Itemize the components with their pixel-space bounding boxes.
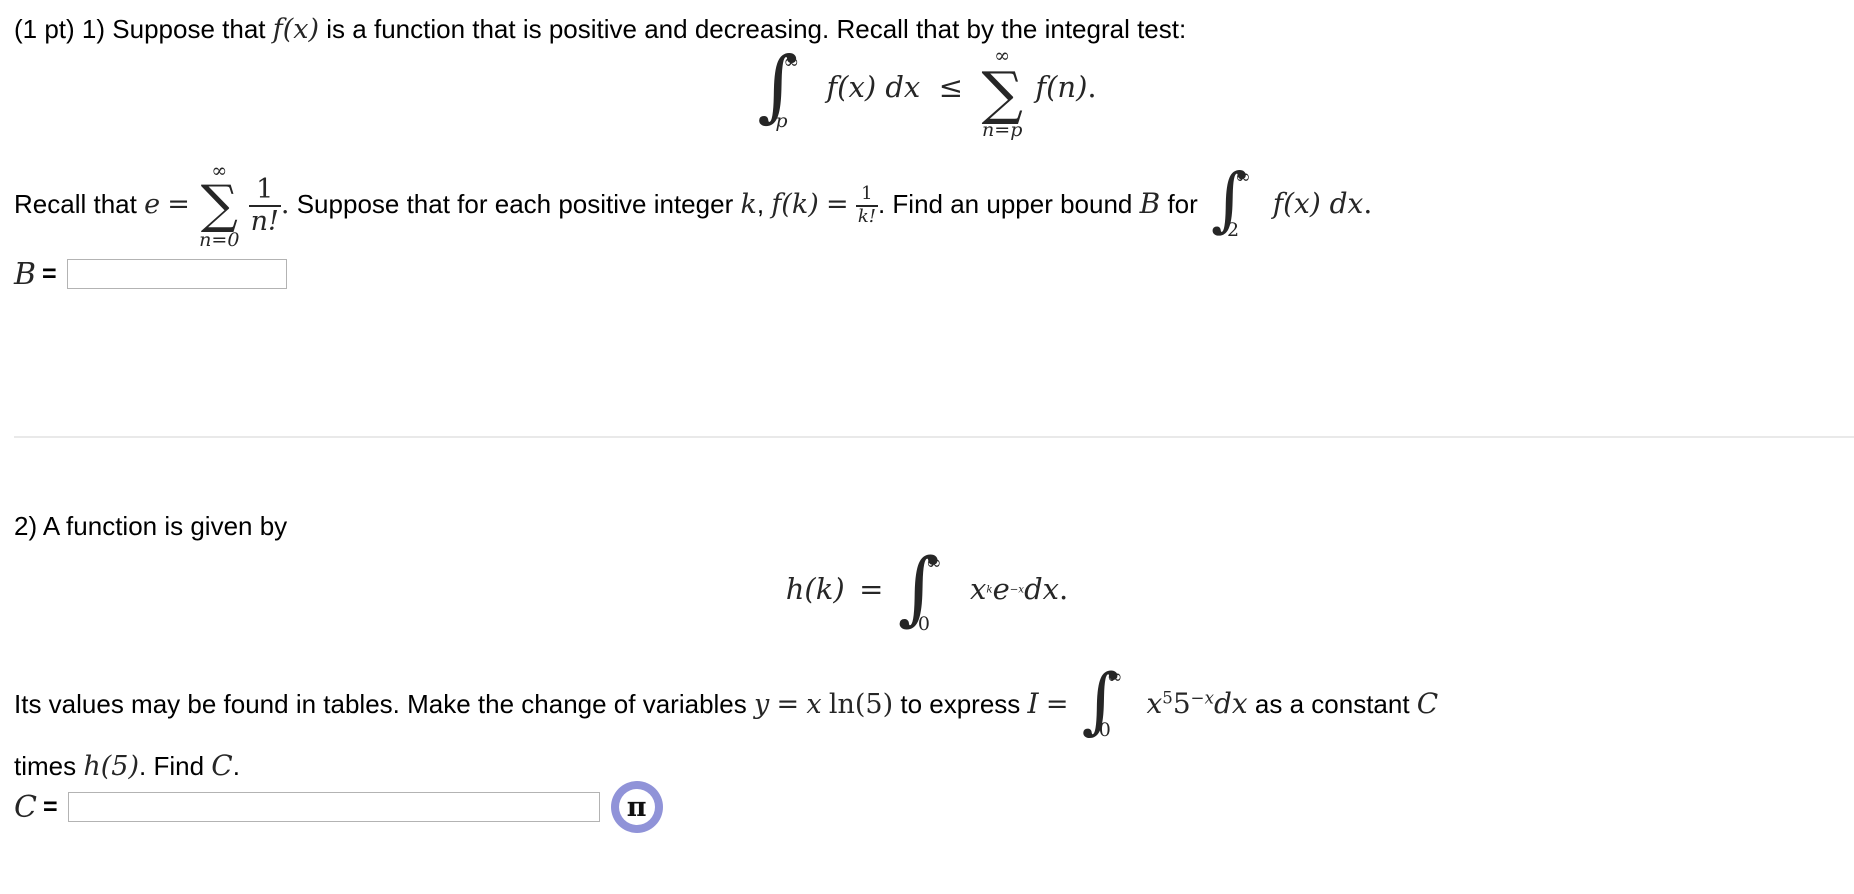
problem-page: (1 pt) 1) Suppose that f(x) is a functio… xyxy=(0,0,1854,894)
I-integrand-five: 5 xyxy=(1172,686,1191,720)
e-series-numerator: 1 xyxy=(256,173,274,205)
bound-integrand: f(x) dx xyxy=(1272,186,1364,220)
constant-C-symbol: C xyxy=(1416,686,1439,720)
body-text-e: . Find xyxy=(139,750,205,781)
problem-1-intro-b: is a function that is positive and decre… xyxy=(326,14,1187,44)
I-integrand-x-exponent: 5 xyxy=(1162,688,1173,708)
summand-f-n: f(n) xyxy=(1035,70,1088,105)
equals-sign: = xyxy=(825,188,849,220)
problem-2-body-line-1: Its values may be found in tables. Make … xyxy=(14,664,1840,748)
problem-2-intro: A function is given by xyxy=(42,511,288,541)
bound-integral-lower-limit: 2 xyxy=(1227,219,1240,242)
equals-sign: = xyxy=(1045,688,1069,720)
fk-denominator: k! xyxy=(857,206,876,228)
summation-sign-icon: ∑ xyxy=(200,175,238,236)
answer-equals-sign: = xyxy=(42,259,57,288)
integrand-f-x-dx: f(x) dx xyxy=(826,70,921,105)
answer-equals-sign: = xyxy=(42,792,58,821)
function-h-of-k: h(k) xyxy=(785,572,845,607)
integrand-x-base: x xyxy=(970,572,987,607)
problem-2-body-line-2: times h(5). Find C. xyxy=(14,748,1840,782)
equals-sign: = xyxy=(776,688,800,720)
problem-2-section: 2) A function is given by h(k) = ∫ ∞ 0 x… xyxy=(14,511,1840,834)
integral-I-symbol: I xyxy=(1027,686,1039,720)
body-text-c: as a constant xyxy=(1254,688,1410,719)
substitution-x: x xyxy=(806,688,822,720)
body-text-a: Its values may be found in tables. Make … xyxy=(14,688,747,719)
upper-bound-B-symbol: B xyxy=(1139,186,1161,220)
I-integral-lower-limit: 0 xyxy=(1098,718,1111,741)
section-divider xyxy=(14,436,1854,438)
body-text-f: . xyxy=(232,750,240,781)
answer-input-B[interactable] xyxy=(66,259,287,290)
integrand-e-base: e xyxy=(992,572,1010,607)
problem-1-points: (1 pt) xyxy=(14,14,75,44)
answer-label-B: B xyxy=(14,256,37,292)
problem-1-statement: (1 pt) 1) Suppose that f(x) is a functio… xyxy=(14,0,1840,45)
recall-text-b: Suppose that for each positive integer xyxy=(296,188,734,219)
I-integral-upper-limit: ∞ xyxy=(1106,665,1123,688)
function-f-of-k: f(k) xyxy=(771,188,819,220)
body-text-b: to express xyxy=(900,688,1021,719)
integer-k-symbol: k xyxy=(740,188,757,220)
problem-1-display-equation: ∫ ∞ p f(x) dx ≤ ∞ ∑ n=p f(n). xyxy=(14,46,1840,157)
recall-period: . xyxy=(280,188,290,220)
integral-lower-limit: 0 xyxy=(917,612,930,635)
integral-upper-limit: ∞ xyxy=(783,51,800,74)
math-palette-pi-button[interactable]: π xyxy=(610,781,663,834)
substitution-y: y xyxy=(754,688,770,720)
integral-upper-limit: ∞ xyxy=(925,551,942,574)
answer-label-C: C xyxy=(14,789,37,825)
recall-comma: , xyxy=(756,188,765,219)
display-equation-period: . xyxy=(1087,70,1097,105)
I-integrand-differential: dx xyxy=(1213,686,1248,720)
I-integrand-five-exponent: −x xyxy=(1190,688,1214,708)
problem-1-recall-line: Recall that e = ∞ ∑ n=0 1 n! . Suppose t… xyxy=(14,162,1840,251)
constant-e-symbol: e xyxy=(144,188,161,220)
problem-2-answer-row: C = π xyxy=(14,781,1840,834)
bound-integral-upper-limit: ∞ xyxy=(1235,166,1251,189)
recall-text-d: for xyxy=(1167,188,1198,219)
problem-1-answer-row: B = xyxy=(14,251,1840,297)
e-series-denominator: n! xyxy=(250,206,279,238)
fk-numerator: 1 xyxy=(861,183,873,205)
pi-icon: π xyxy=(626,791,647,823)
problem-2-display-equation: h(k) = ∫ ∞ 0 xke−xdx. xyxy=(14,547,1840,660)
function-f-of-x: f(x) xyxy=(272,14,320,45)
relation-less-than-or-equal: ≤ xyxy=(938,70,964,105)
recall-text-a: Recall that xyxy=(14,188,137,219)
h-of-5: h(5) xyxy=(83,750,139,782)
equals-sign: = xyxy=(167,188,190,220)
constant-C-symbol: C xyxy=(211,748,233,782)
pi-button-inner: π xyxy=(618,789,655,826)
I-integrand-x: x xyxy=(1146,686,1163,720)
integral-lower-limit: p xyxy=(775,110,788,133)
summation-sign-icon: ∑ xyxy=(981,58,1023,127)
equals-sign: = xyxy=(859,572,884,607)
display-equation-period: . xyxy=(1059,572,1069,607)
integrand-differential: dx xyxy=(1024,572,1060,607)
integrand-e-exponent: −x xyxy=(1009,583,1025,596)
problem-2-number: 2) xyxy=(14,511,38,541)
recall-text-c: . Find an upper bound xyxy=(877,188,1133,219)
sum-lower-limit: n=p xyxy=(982,118,1023,141)
substitution-ln-5: ln(5) xyxy=(828,688,894,720)
bound-integral-period: . xyxy=(1363,186,1373,220)
body-text-d: times xyxy=(14,750,77,781)
problem-1-number: 1) xyxy=(81,14,106,44)
e-series-lower-limit: n=0 xyxy=(199,228,240,251)
problem-1-intro-a: Suppose that xyxy=(112,14,266,44)
problem-2-statement: 2) A function is given by xyxy=(14,511,1840,542)
answer-input-C[interactable] xyxy=(67,792,600,823)
